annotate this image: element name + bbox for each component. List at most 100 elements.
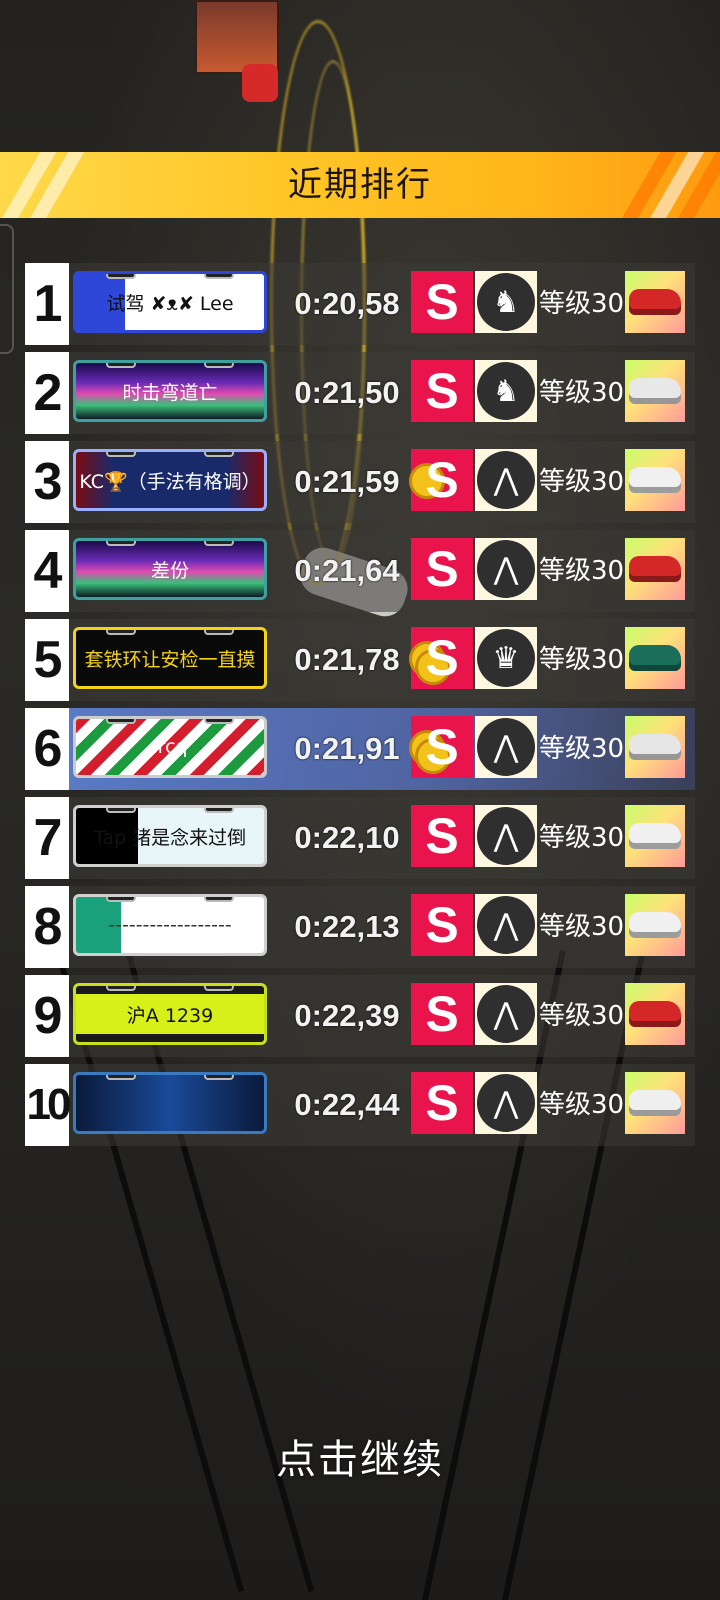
plate-slot — [106, 808, 136, 813]
car-icon — [629, 1001, 681, 1027]
emblem-glyph: ⋀ — [477, 896, 535, 954]
road-emblem-icon: ⋀ — [475, 983, 537, 1045]
leaderboard-row[interactable]: 5 套铁环让安检一直摸 0:21,78 S ♛ 等级30 — [25, 619, 695, 701]
rank-number: 2 — [25, 352, 69, 434]
plate-slot — [106, 897, 136, 902]
s-rank-badge: S — [411, 538, 473, 600]
license-plate: 试驾 ✘ᴥ✘ Lee — [73, 271, 267, 333]
leaderboard-row[interactable]: 1 试驾 ✘ᴥ✘ Lee 0:20,58 S ♞ 等级30 — [25, 263, 695, 345]
plate-slot — [204, 452, 234, 457]
plate-slot — [106, 363, 136, 368]
plate-text: 差份 — [150, 559, 189, 582]
car-thumbnail — [625, 449, 685, 511]
train — [195, 0, 279, 74]
lap-time: 0:22,10 — [294, 820, 400, 855]
car-thumbnail — [625, 983, 685, 1045]
rank-number: 6 — [25, 708, 69, 790]
license-plate: KC🏆（手法有格调） — [73, 449, 267, 511]
player-level: 等级30 — [539, 378, 625, 408]
leaderboard-row[interactable]: 7 Tap 猪是念来过倒 0:22,10 S ⋀ 等级30 — [25, 797, 695, 879]
car-thumbnail — [625, 538, 685, 600]
plate-slot — [106, 541, 136, 546]
leaderboard-row[interactable]: 6 lrcq 0:21,91 S ⋀ 等级30 — [25, 708, 695, 790]
emblem-glyph: ♞ — [477, 273, 535, 331]
s-rank-badge: S — [411, 983, 473, 1045]
plate-text: 时击弯道亡 — [122, 381, 218, 404]
leaderboard-row[interactable]: 2 时击弯道亡 0:21,50 S ♞ 等级30 — [25, 352, 695, 434]
s-rank-badge: S — [411, 805, 473, 867]
leaderboard-row[interactable]: 8 ------------------ 0:22,13 S ⋀ 等级30 — [25, 886, 695, 968]
emblem-glyph: ⋀ — [477, 807, 535, 865]
rank-number: 3 — [25, 441, 69, 523]
license-plate: lrcq — [73, 716, 267, 778]
rank-number: 5 — [25, 619, 69, 701]
s-rank-letter: S — [425, 808, 459, 864]
s-rank-badge: S — [411, 1072, 473, 1134]
s-rank-letter: S — [425, 719, 459, 775]
license-plate: 时击弯道亡 — [73, 360, 267, 422]
s-rank-letter: S — [425, 541, 459, 597]
tap-to-continue-button[interactable]: 点击继续 — [0, 1430, 720, 1490]
lap-time: 0:21,64 — [294, 553, 400, 588]
lap-time: 0:21,59 — [294, 464, 400, 499]
license-plate: Tap 猪是念来过倒 — [73, 805, 267, 867]
leaderboard-row[interactable]: 4 差份 0:21,64 S ⋀ 等级30 — [25, 530, 695, 612]
license-plate: ------------------ — [73, 894, 267, 956]
lap-time: 0:22,39 — [294, 998, 400, 1033]
emblem-glyph: ⋀ — [477, 540, 535, 598]
emblem-glyph: ⋀ — [477, 451, 535, 509]
s-rank-badge: S — [409, 716, 473, 778]
s-rank-badge: S — [411, 360, 473, 422]
license-plate — [73, 1072, 267, 1134]
player-level: 等级30 — [539, 823, 625, 853]
background-car-red — [242, 64, 278, 102]
leaderboard-row[interactable]: 10 0:22,44 S ⋀ 等级30 — [25, 1064, 695, 1146]
emblem-glyph: ⋀ — [477, 1074, 535, 1132]
emblem-glyph: ♞ — [477, 362, 535, 420]
s-rank-letter: S — [425, 1075, 459, 1131]
plate-text: 沪A 1239 — [126, 1004, 214, 1027]
s-rank-badge: S — [409, 449, 473, 511]
plate-slot — [204, 986, 234, 991]
plate-slot — [204, 274, 234, 279]
plate-slot — [106, 452, 136, 457]
rank-number: 9 — [25, 975, 69, 1057]
lap-time: 0:22,13 — [294, 909, 400, 944]
car-thumbnail — [625, 1072, 685, 1134]
emblem-glyph: ⋀ — [477, 718, 535, 776]
horse-emblem-icon: ♞ — [475, 271, 537, 333]
plate-slot — [106, 630, 136, 635]
leaderboard-row[interactable]: 9 沪A 1239 0:22,39 S ⋀ 等级30 — [25, 975, 695, 1057]
license-plate: 套铁环让安检一直摸 — [73, 627, 267, 689]
plate-slot — [204, 1075, 234, 1080]
car-icon — [629, 467, 681, 493]
rank-number: 4 — [25, 530, 69, 612]
lap-time: 0:21,91 — [294, 731, 400, 766]
car-thumbnail — [625, 627, 685, 689]
side-tab[interactable] — [0, 224, 14, 354]
car-icon — [629, 1090, 681, 1116]
license-plate: 沪A 1239 — [73, 983, 267, 1045]
road-emblem-icon: ⋀ — [475, 538, 537, 600]
car-icon — [629, 289, 681, 315]
player-level: 等级30 — [539, 556, 625, 586]
plate-slot — [106, 1075, 136, 1080]
road-emblem-icon: ⋀ — [475, 1072, 537, 1134]
s-rank-letter: S — [425, 452, 459, 508]
plate-text: KC🏆（手法有格调） — [79, 470, 261, 493]
crown-emblem-icon: ♛ — [475, 627, 537, 689]
plate-text: ------------------ — [108, 914, 232, 936]
car-thumbnail — [625, 716, 685, 778]
road-emblem-icon: ⋀ — [475, 449, 537, 511]
car-icon — [629, 556, 681, 582]
plate-slot — [204, 630, 234, 635]
rank-number: 10 — [25, 1064, 71, 1146]
road-emblem-icon: ⋀ — [475, 805, 537, 867]
player-level: 等级30 — [539, 734, 625, 764]
road-emblem-icon: ⋀ — [475, 716, 537, 778]
player-level: 等级30 — [539, 1090, 625, 1120]
rank-number: 1 — [25, 263, 69, 345]
s-rank-letter: S — [425, 363, 459, 419]
player-level: 等级30 — [539, 645, 625, 675]
leaderboard-row[interactable]: 3 KC🏆（手法有格调） 0:21,59 S ⋀ 等级30 — [25, 441, 695, 523]
